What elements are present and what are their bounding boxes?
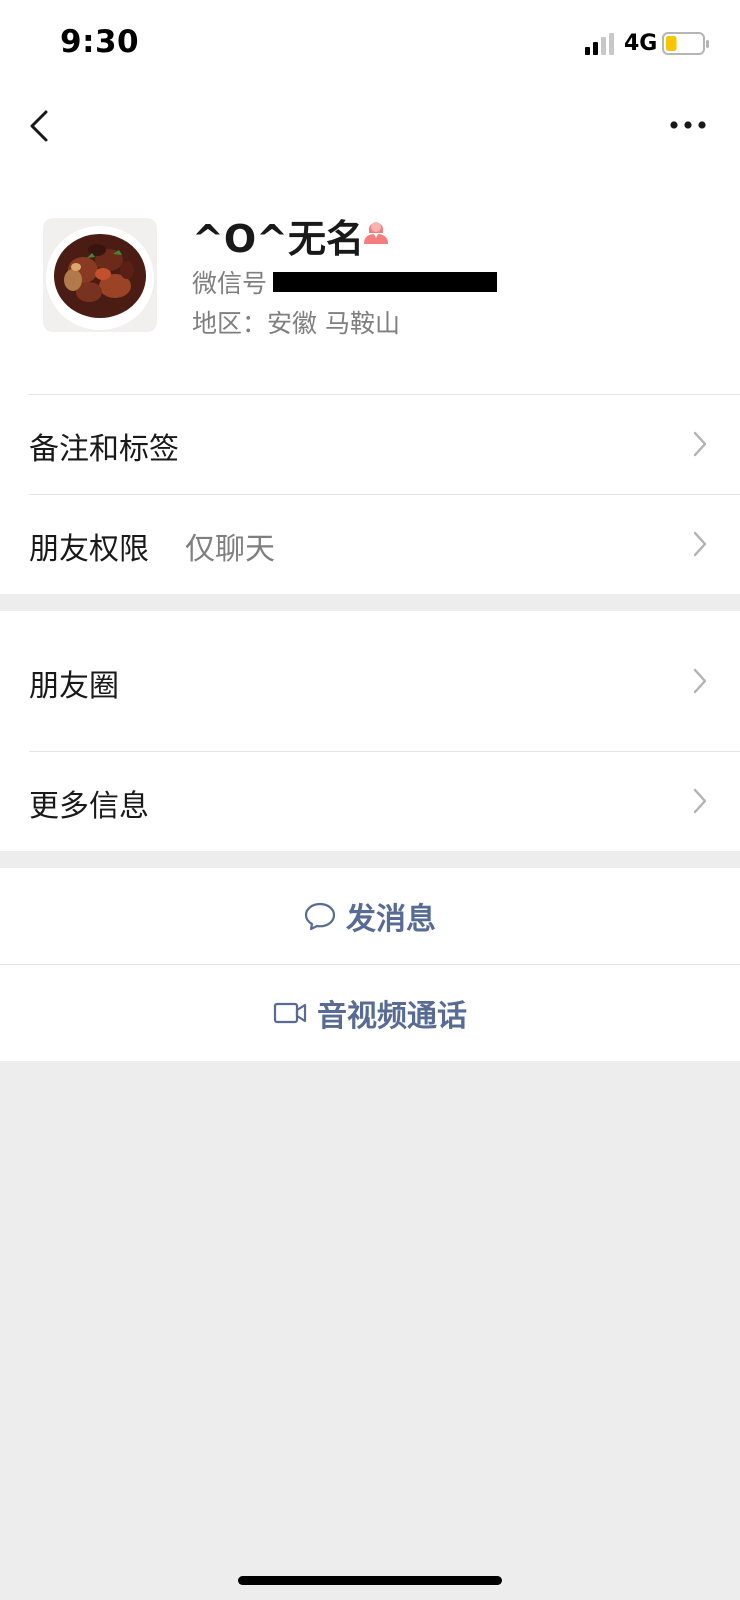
send-message-button[interactable]: 发消息: [0, 868, 740, 964]
battery-icon: [662, 32, 709, 55]
send-message-label: 发消息: [346, 902, 436, 937]
chevron-right-icon: [693, 788, 707, 814]
battery-level: [666, 36, 677, 51]
cell-friend-permissions[interactable]: 朋友权限 仅聊天: [0, 494, 740, 594]
avatar[interactable]: [43, 218, 157, 332]
top-nav: [0, 88, 740, 172]
wechat-id-redacted: [273, 272, 498, 292]
chevron-left-icon[interactable]: [24, 104, 58, 148]
chat-bubble-icon: [304, 902, 336, 931]
nickname: ^O^无名: [192, 217, 364, 261]
status-time: 9:30: [60, 24, 140, 60]
chevron-right-icon: [693, 668, 707, 694]
cell-label: 朋友圈: [29, 669, 119, 704]
more-dots-icon[interactable]: [664, 108, 712, 142]
cell-more-info[interactable]: 更多信息: [0, 751, 740, 851]
home-indicator: [238, 1576, 502, 1585]
cell-label: 朋友权限: [29, 532, 149, 567]
chevron-right-icon: [693, 531, 707, 557]
video-call-label: 音视频通话: [317, 999, 467, 1034]
video-call-button[interactable]: 音视频通话: [0, 965, 740, 1061]
cell-moments[interactable]: 朋友圈: [0, 611, 740, 751]
network-type: 4G: [624, 31, 658, 56]
cell-value: 仅聊天: [185, 532, 275, 567]
divider: [29, 494, 740, 495]
cell-label: 备注和标签: [29, 432, 179, 467]
cell-label: 更多信息: [29, 789, 149, 824]
signal-strength-icon: [585, 33, 614, 55]
profile-header: ^O^无名 微信号 地区：安徽 马鞍山: [0, 172, 740, 394]
cell-remarks-tags[interactable]: 备注和标签: [0, 394, 740, 494]
chevron-right-icon: [693, 431, 707, 457]
divider: [29, 751, 740, 752]
region: 地区：安徽 马鞍山: [192, 309, 400, 338]
divider: [29, 394, 740, 395]
female-user-icon: [364, 222, 388, 244]
status-bar: 9:30 4G: [0, 0, 740, 88]
video-camera-icon: [273, 1002, 307, 1024]
wechat-id-label: 微信号: [192, 269, 268, 298]
wechat-id-row: 微信号: [192, 264, 498, 300]
